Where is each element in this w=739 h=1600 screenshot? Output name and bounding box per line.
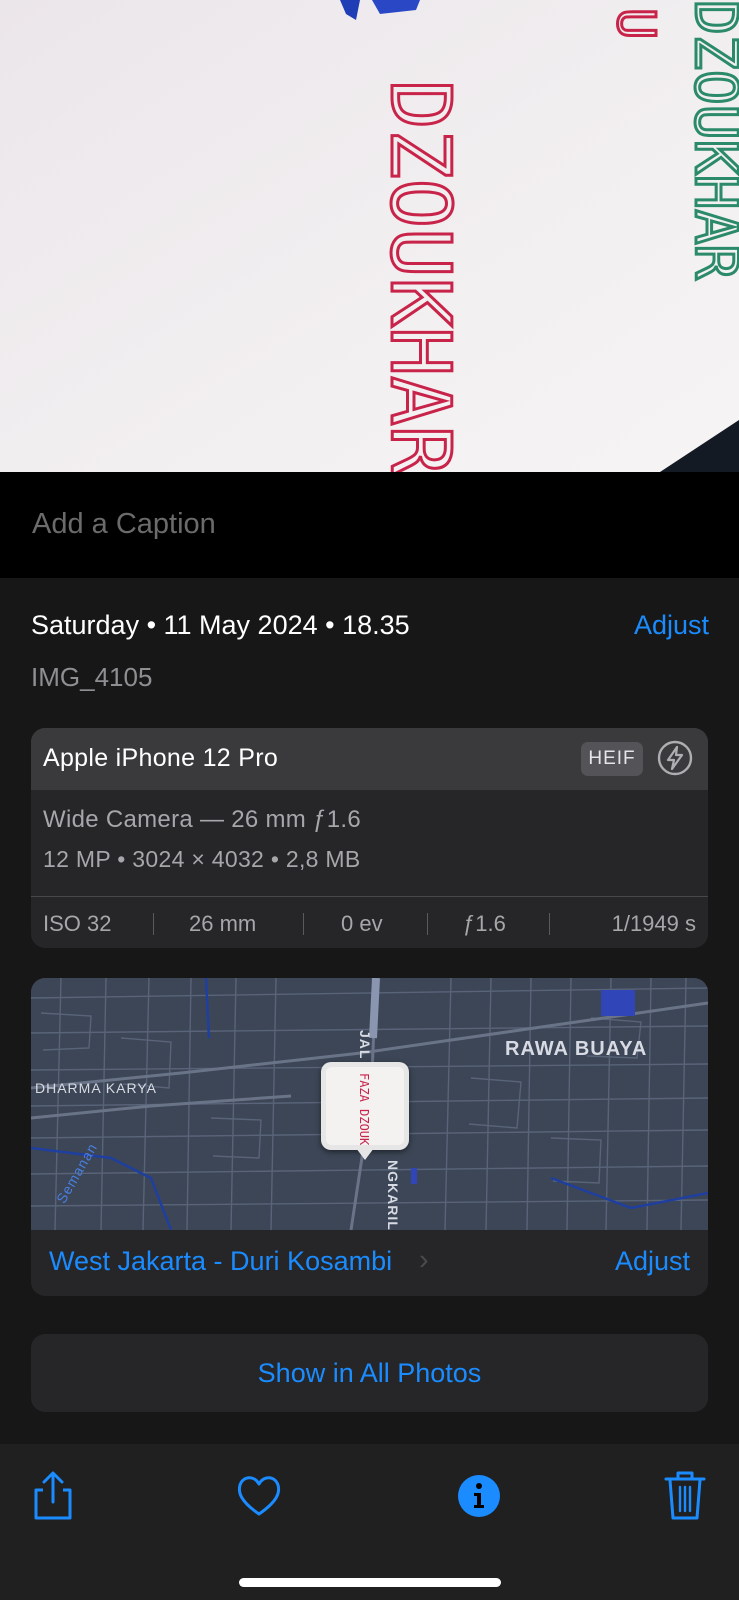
map-label-road-bottom: NGKARIL <box>385 1160 401 1231</box>
location-card: RAWA BUAYA DHARMA KARYA JAL NGKARIL Sema… <box>31 978 708 1296</box>
caption-input[interactable] <box>32 502 692 546</box>
file-name: IMG_4105 <box>31 662 153 692</box>
exif-iso: ISO 32 <box>43 911 112 936</box>
format-badge: HEIF <box>581 742 643 776</box>
info-panel: Saturday • 11 May 2024 • 18.35 Adjust IM… <box>0 578 739 1444</box>
map-label-rawa-buaya: RAWA BUAYA <box>505 1038 648 1060</box>
trash-icon <box>664 1471 706 1520</box>
lens-info: Wide Camera — 26 mm ƒ1.6 <box>43 806 361 833</box>
photo-handwriting-left: DZOUKHAR <box>371 79 469 473</box>
photo-image: DZOUKHAR DZOUKHAR U <box>0 0 739 472</box>
image-specs: 12 MP • 3024 × 4032 • 2,8 MB <box>43 846 361 872</box>
camera-card-header: Apple iPhone 12 Pro HEIF <box>31 728 708 790</box>
map-label-dharma-karya: DHARMA KARYA <box>35 1080 157 1096</box>
photo-location-pin[interactable]: FAZA DZOUKHAR <box>321 1062 409 1150</box>
bottom-toolbar <box>0 1444 739 1600</box>
exif-divider <box>427 913 428 935</box>
camera-info-card: Apple iPhone 12 Pro HEIF Wide Camera — 2… <box>31 728 708 948</box>
map-label-road-top: JAL <box>357 1030 373 1060</box>
photo-view[interactable]: DZOUKHAR DZOUKHAR U <box>0 0 739 472</box>
photo-handwriting-top: U <box>604 7 667 41</box>
info-icon <box>458 1475 500 1517</box>
adjust-location-button[interactable]: Adjust <box>615 1246 690 1277</box>
share-icon <box>34 1471 72 1520</box>
adjust-date-button[interactable]: Adjust <box>634 610 709 641</box>
exif-exposure: 0 ev <box>341 911 383 936</box>
home-indicator <box>239 1578 501 1587</box>
exif-divider <box>153 913 154 935</box>
exif-divider <box>549 913 550 935</box>
exif-focal-length: 26 mm <box>189 911 257 936</box>
svg-text:U: U <box>605 8 665 39</box>
chevron-right-icon: › <box>419 1244 429 1276</box>
show-in-all-photos-button[interactable]: Show in All Photos <box>31 1334 708 1412</box>
pin-thumbnail: FAZA DZOUKHAR <box>326 1067 404 1145</box>
exif-divider <box>303 913 304 935</box>
caption-bar <box>0 472 739 578</box>
exif-aperture: ƒ1.6 <box>463 911 506 936</box>
camera-device: Apple iPhone 12 Pro <box>43 744 279 772</box>
exif-shutter: 1/1949 s <box>611 911 696 936</box>
heart-icon <box>237 1476 281 1516</box>
svg-text:FAZA DZOUKHAR: FAZA DZOUKHAR <box>357 1073 371 1145</box>
pin-pointer <box>356 1148 374 1160</box>
pin-thumbnail-image: FAZA DZOUKHAR <box>326 1067 404 1145</box>
exif-row: ISO 32 26 mm 0 ev ƒ1.6 1/1949 s <box>31 896 708 948</box>
svg-text:DZOUKHAR: DZOUKHAR <box>372 80 467 472</box>
favorite-button[interactable] <box>232 1468 286 1524</box>
location-map[interactable]: RAWA BUAYA DHARMA KARYA JAL NGKARIL Sema… <box>31 978 708 1231</box>
share-button[interactable] <box>26 1468 80 1524</box>
svg-text:DZOUKHAR: DZOUKHAR <box>682 0 739 279</box>
flash-off-icon <box>657 740 693 776</box>
photo-handwriting-right: DZOUKHAR <box>681 0 739 281</box>
info-button[interactable] <box>452 1468 506 1524</box>
delete-button[interactable] <box>658 1468 712 1524</box>
location-name-link[interactable]: West Jakarta - Duri Kosambi <box>49 1246 392 1277</box>
date-time: Saturday • 11 May 2024 • 18.35 <box>31 610 410 640</box>
